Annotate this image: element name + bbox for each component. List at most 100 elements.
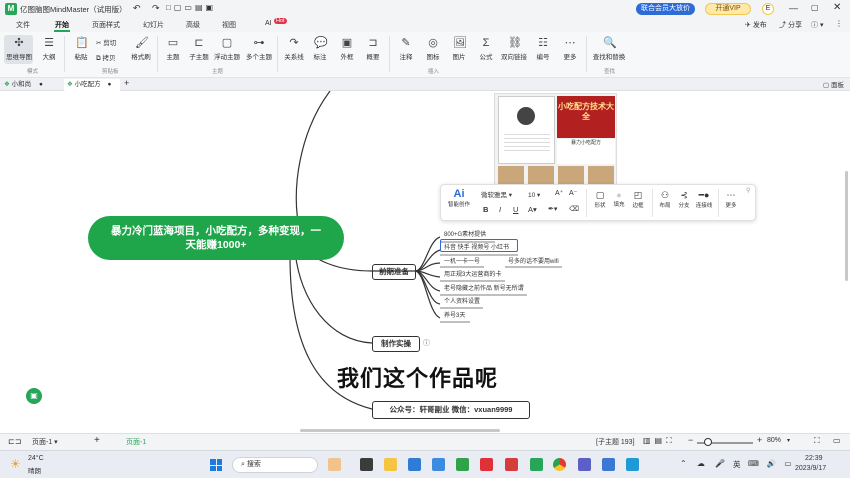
- font-size-select[interactable]: 10 ▾: [528, 190, 550, 201]
- floating-topic-button[interactable]: ▢ 浮动主题: [212, 37, 242, 61]
- taskbar-app-icon[interactable]: [360, 458, 373, 471]
- sidebar-toggle-icon[interactable]: ⊏⊐: [8, 437, 21, 446]
- clock-date[interactable]: 2023/9/17: [795, 465, 826, 472]
- chrome-icon[interactable]: [553, 458, 566, 471]
- menu-page-style[interactable]: 页面样式: [92, 20, 120, 30]
- menu-start[interactable]: 开始: [55, 20, 69, 30]
- clear-format-icon[interactable]: ⌫: [569, 205, 579, 213]
- doc-tab-1[interactable]: ❖ 小和尚 ●: [4, 79, 58, 90]
- menu-advanced[interactable]: 高级: [186, 20, 200, 30]
- root-topic[interactable]: 暴力冷门蓝海项目，小吃配方，多种变现，一天能赚1000+: [88, 216, 344, 260]
- shape-button[interactable]: ▢ 形状: [590, 190, 610, 209]
- taskbar-app-icon[interactable]: [626, 458, 639, 471]
- italic-icon[interactable]: I: [499, 205, 501, 214]
- undo-icon[interactable]: ↶: [133, 3, 141, 14]
- embedded-image[interactable]: 小吃配方技术大全 暴力小吃配方: [494, 93, 617, 185]
- image-button[interactable]: 🖼 图片: [444, 37, 474, 61]
- add-page-icon[interactable]: +: [94, 435, 100, 446]
- fullscreen-icon[interactable]: ▭: [833, 436, 841, 445]
- clock-time[interactable]: 22:39: [805, 455, 823, 462]
- highlight-icon[interactable]: ✒▾: [548, 205, 557, 213]
- bold-icon[interactable]: B: [483, 205, 488, 214]
- add-tab-icon[interactable]: +: [124, 78, 129, 88]
- close-icon[interactable]: ✕: [833, 2, 841, 13]
- panel-button[interactable]: ▢ 面板: [823, 79, 844, 89]
- taskbar-app-icon[interactable]: [432, 458, 445, 471]
- mindmaster-taskbar-icon[interactable]: [530, 458, 543, 471]
- taskbar-search[interactable]: ⌕ 搜索: [232, 457, 318, 473]
- font-shrink-icon[interactable]: A⁻: [569, 189, 577, 197]
- wps-icon[interactable]: [480, 458, 493, 471]
- collapse-toggle-icon[interactable]: ⓘ: [423, 338, 430, 348]
- assistant-fab[interactable]: ▣: [26, 388, 42, 404]
- find-replace-button[interactable]: 🔍 查找和替换: [590, 37, 628, 61]
- branch-topic-prep[interactable]: 前期准备: [372, 264, 416, 280]
- connector-button[interactable]: ━● 连接线: [693, 190, 715, 209]
- taskbar-app-icon[interactable]: [408, 458, 421, 471]
- callout-button[interactable]: 💬 标注: [305, 37, 335, 61]
- start-button[interactable]: [210, 459, 222, 471]
- prep-item[interactable]: 老号隐藏之前作品 新号无所谓: [444, 283, 524, 292]
- prep-item-note[interactable]: 号多的话不要用wifi: [508, 256, 559, 265]
- zoom-dropdown-icon[interactable]: ▾: [787, 437, 790, 444]
- summary-button[interactable]: ⊐ 概要: [358, 37, 388, 61]
- member-badge[interactable]: 联合会员大放价: [636, 3, 695, 15]
- ai-create-button[interactable]: Ai 智能创作: [445, 188, 473, 208]
- zoom-level[interactable]: 80%: [767, 437, 781, 444]
- maximize-icon[interactable]: ▢: [811, 3, 819, 12]
- mindmap-canvas[interactable]: 暴力冷门蓝海项目，小吃配方，多种变现，一天能赚1000+ 前期准备 800+G素…: [0, 91, 850, 433]
- input-language[interactable]: 英: [733, 459, 741, 470]
- outline-mode-button[interactable]: ☰ 大纲: [34, 37, 64, 61]
- toolbar-more-button[interactable]: ⋯ 更多: [721, 190, 741, 209]
- taskbar-app-icon[interactable]: [578, 458, 591, 471]
- doc-tab-2[interactable]: ❖ 小吃配方 ●: [64, 79, 120, 91]
- prep-item[interactable]: 800+G素材提供: [444, 229, 486, 238]
- menu-view[interactable]: 视图: [222, 20, 236, 30]
- multiple-topics-button[interactable]: ⊶ 多个主题: [244, 37, 274, 61]
- prep-item[interactable]: 用正规3大运营商的卡: [444, 269, 501, 278]
- menu-ai[interactable]: AI: [265, 20, 272, 27]
- more-menu-icon[interactable]: ⋮: [835, 19, 843, 28]
- zoom-out-icon[interactable]: −: [688, 435, 693, 445]
- underline-icon[interactable]: U: [513, 205, 518, 214]
- file-explorer-icon[interactable]: [384, 458, 397, 471]
- contact-topic[interactable]: 公众号：轩哥副业 微信：vxuan9999: [372, 401, 530, 419]
- menu-slides[interactable]: 幻灯片: [143, 20, 164, 30]
- copy-button[interactable]: ⧉ 拷贝: [96, 52, 115, 63]
- font-color-icon[interactable]: A▾: [528, 205, 537, 214]
- minimize-icon[interactable]: —: [789, 3, 798, 13]
- vip-button[interactable]: 开通VIP: [705, 3, 751, 15]
- taskbar-app-icon[interactable]: [505, 458, 518, 471]
- paste-button[interactable]: 📋 粘贴: [66, 37, 96, 61]
- horizontal-scrollbar[interactable]: [300, 429, 500, 432]
- view-icons[interactable]: ▥▤⛶: [643, 436, 676, 446]
- tray-icons[interactable]: ⌃ ☁ 🎤: [680, 459, 729, 468]
- prep-item[interactable]: 个人资料设置: [444, 296, 480, 305]
- taskbar-app-icon[interactable]: [328, 458, 341, 471]
- quick-access-icons[interactable]: □▢▭▤▣: [166, 3, 216, 12]
- font-grow-icon[interactable]: A⁺: [555, 189, 563, 197]
- weather-temp[interactable]: 24°C: [28, 455, 44, 462]
- vertical-scrollbar[interactable]: [845, 171, 848, 281]
- more-insert-button[interactable]: ⋯ 更多: [555, 37, 585, 61]
- menu-file[interactable]: 文件: [16, 20, 30, 30]
- font-family-select[interactable]: 微软雅黑 ▾: [481, 190, 523, 201]
- weather-text[interactable]: 晴朗: [28, 465, 41, 475]
- branch-button[interactable]: ⊰ 分支: [674, 190, 694, 209]
- zoom-in-icon[interactable]: +: [757, 435, 762, 445]
- system-tray-icons[interactable]: ⌨ 🔊 ▭: [748, 459, 794, 468]
- taskbar-app-icon[interactable]: [602, 458, 615, 471]
- border-button[interactable]: ◰ 边框: [628, 190, 648, 209]
- mindmap-mode-button[interactable]: ✣ 思维导图: [4, 37, 34, 61]
- zoom-slider-thumb[interactable]: [704, 438, 712, 446]
- prep-item[interactable]: 养号3天: [444, 310, 465, 319]
- fit-screen-icon[interactable]: ⛶: [814, 436, 820, 446]
- bilink-button[interactable]: ⛓ 双向链接: [499, 37, 529, 61]
- layout-button[interactable]: ⚇ 布局: [655, 190, 675, 209]
- prep-item[interactable]: 抖音 快手 视频号 小红书: [444, 242, 509, 251]
- numbering-button[interactable]: ☷ 编号: [528, 37, 558, 61]
- pin-icon[interactable]: ⚲: [746, 187, 750, 194]
- page-select[interactable]: 页面-1 ▾: [32, 437, 58, 447]
- page-tab[interactable]: 页面-1: [126, 437, 146, 447]
- formula-button[interactable]: Σ 公式: [471, 37, 501, 61]
